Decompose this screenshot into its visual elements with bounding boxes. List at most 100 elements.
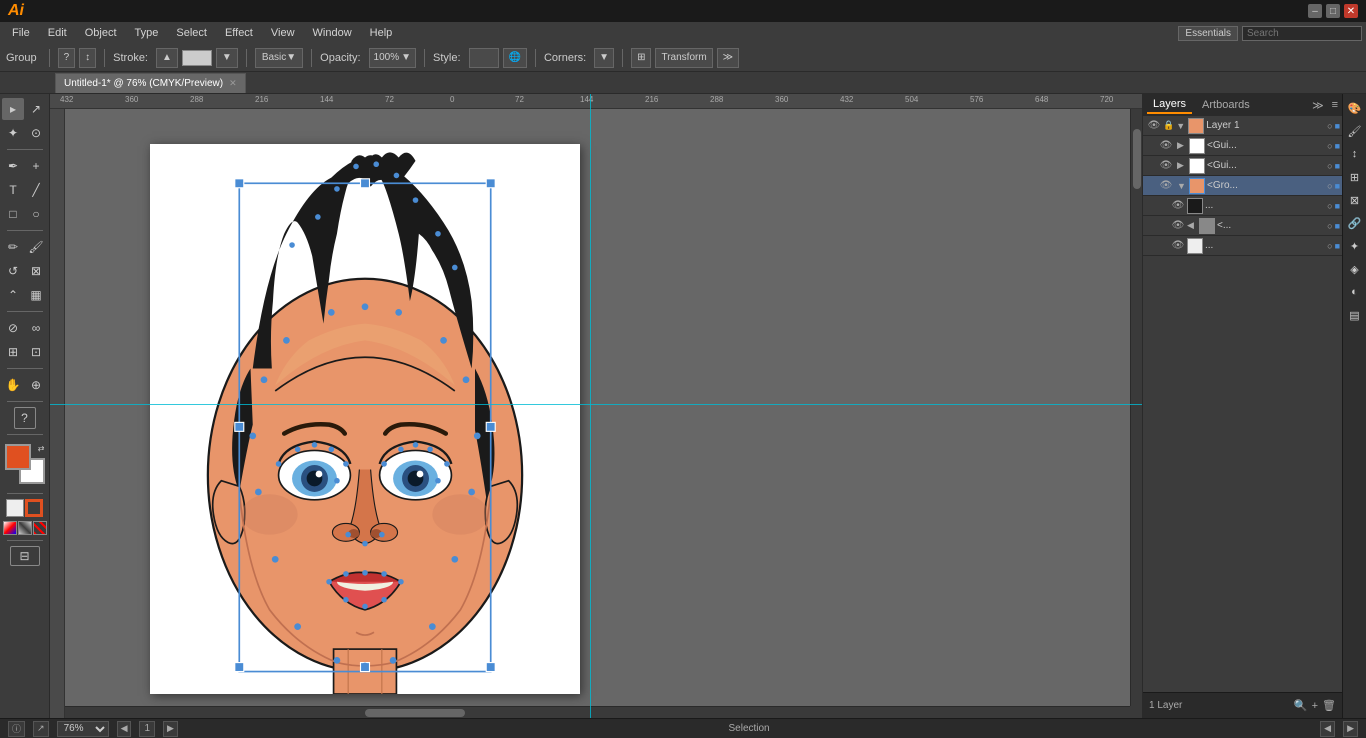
links-btn[interactable]: 🔗 — [1345, 213, 1365, 233]
transform-btn[interactable]: Transform — [655, 48, 712, 68]
toolbar-help-btn[interactable]: ? — [58, 48, 76, 68]
layer-target-3[interactable]: ○ — [1327, 161, 1332, 171]
layer-lock-1[interactable]: 🔒 — [1163, 120, 1174, 131]
color-fill-btn[interactable] — [3, 521, 17, 535]
scroll-thumb-vertical[interactable] — [1133, 129, 1141, 189]
layer-select-3[interactable]: ■ — [1335, 161, 1340, 171]
layer-expand-1[interactable]: ▼ — [1176, 121, 1186, 131]
maximize-button[interactable]: □ — [1326, 4, 1340, 18]
symbol-btn[interactable]: ✦ — [1345, 236, 1365, 256]
bar-chart-btn[interactable]: ▦ — [25, 284, 47, 306]
brush-panel-btn[interactable]: 🖌 — [1345, 121, 1365, 141]
screen-mode-btn[interactable]: ⊟ — [10, 546, 40, 566]
status-arrow-btn[interactable]: ↗ — [33, 721, 49, 737]
artboard-tool-btn[interactable]: ⊞ — [2, 341, 24, 363]
layer-expand-3[interactable]: ▶ — [1177, 160, 1187, 171]
pathfinder-btn[interactable]: ⊠ — [1345, 190, 1365, 210]
layer-target-2[interactable]: ○ — [1327, 141, 1332, 151]
align-panel-btn[interactable]: ⊞ — [1345, 167, 1365, 187]
zoom-tool-btn[interactable]: ⊕ — [25, 374, 47, 396]
layer-visibility-2[interactable]: 👁 — [1159, 139, 1173, 153]
layer-target-4[interactable]: ○ — [1327, 181, 1332, 191]
pen-tool-btn[interactable]: ✒ — [2, 155, 24, 177]
delete-layer-btn[interactable]: 🗑 — [1322, 699, 1336, 712]
style-swatch[interactable] — [469, 48, 499, 68]
layer-expand-4[interactable]: ▼ — [1177, 181, 1187, 191]
style-globe-btn[interactable]: 🌐 — [503, 48, 527, 68]
panel-menu-icon[interactable]: ≡ — [1332, 99, 1338, 111]
selection-tool-btn[interactable]: ▸ — [2, 98, 24, 120]
pencil-tool-btn[interactable]: ✏ — [2, 236, 24, 258]
type-tool-btn[interactable]: T — [2, 179, 24, 201]
layer-row-7[interactable]: 👁 ... ○ ■ — [1143, 236, 1342, 256]
stroke-up-btn[interactable]: ▲ — [156, 48, 178, 68]
zoom-select[interactable]: 76% 100% 50% — [57, 721, 109, 737]
layer-visibility-6[interactable]: 👁 — [1171, 219, 1185, 233]
layer-row-2[interactable]: 👁 ▶ <Gui... ○ ■ — [1143, 136, 1342, 156]
warp-tool-btn[interactable]: ⌃ — [2, 284, 24, 306]
menu-file[interactable]: File — [4, 25, 38, 41]
appearance-btn[interactable]: ◐ — [1345, 282, 1365, 302]
hand-tool-btn[interactable]: ✋ — [2, 374, 24, 396]
search-layers-btn[interactable]: 🔍 — [1294, 699, 1308, 712]
tab-close-icon[interactable]: ✕ — [229, 78, 237, 89]
search-input[interactable] — [1242, 26, 1362, 41]
corners-control[interactable]: ▼ — [594, 48, 614, 68]
graphic-styles-btn[interactable]: ◈ — [1345, 259, 1365, 279]
direct-selection-tool-btn[interactable]: ↗ — [25, 98, 47, 120]
essentials-button[interactable]: Essentials — [1178, 26, 1238, 41]
panel-expand-icon[interactable]: ≫ — [1312, 99, 1324, 112]
close-button[interactable]: ✕ — [1344, 4, 1358, 18]
layer-select-2[interactable]: ■ — [1335, 141, 1340, 151]
menu-object[interactable]: Object — [77, 25, 125, 41]
rotate-tool-btn[interactable]: ↺ — [2, 260, 24, 282]
layer-target-1[interactable]: ○ — [1327, 121, 1332, 131]
layer-visibility-1[interactable]: 👁 — [1147, 119, 1161, 133]
lasso-tool-btn[interactable]: ⊙ — [25, 122, 47, 144]
layer-expand-2[interactable]: ▶ — [1177, 140, 1187, 151]
add-anchor-btn[interactable]: + — [25, 155, 47, 177]
stroke-mode-btn[interactable] — [25, 499, 43, 517]
menu-view[interactable]: View — [263, 25, 303, 41]
layer-row-5[interactable]: 👁 ... ○ ■ — [1143, 196, 1342, 216]
layer-select-7[interactable]: ■ — [1335, 241, 1340, 251]
layer-visibility-3[interactable]: 👁 — [1159, 159, 1173, 173]
blend-tool-btn[interactable]: ∞ — [25, 317, 47, 339]
layers-btn[interactable]: ▤ — [1345, 305, 1365, 325]
menu-edit[interactable]: Edit — [40, 25, 75, 41]
more-options-btn[interactable]: ≫ — [717, 48, 739, 68]
gradient-fill-btn[interactable] — [18, 521, 32, 535]
foreground-color-swatch[interactable] — [5, 444, 31, 470]
stroke-down-btn[interactable]: ▼ — [216, 48, 238, 68]
layer-expand-6[interactable]: ◀ — [1187, 220, 1197, 231]
swap-colors-icon[interactable]: ⇄ — [38, 444, 45, 453]
horizontal-scrollbar[interactable] — [65, 706, 1130, 718]
none-fill-btn[interactable] — [33, 521, 47, 535]
vertical-scrollbar[interactable] — [1130, 109, 1142, 706]
rect-tool-btn[interactable]: □ — [2, 203, 24, 225]
layer-row-4[interactable]: 👁 ▼ <Gro... ○ ■ — [1143, 176, 1342, 196]
menu-type[interactable]: Type — [127, 25, 167, 41]
layer-target-6[interactable]: ○ — [1327, 221, 1332, 231]
brush-dropdown[interactable]: Basic ▼ — [255, 48, 303, 68]
canvas-area[interactable]: 432 360 288 216 144 72 0 72 144 216 288 … — [50, 94, 1142, 718]
opacity-control[interactable]: 100% ▼ — [369, 48, 416, 68]
scroll-thumb-horizontal[interactable] — [365, 709, 465, 717]
slice-tool-btn[interactable]: ⊡ — [25, 341, 47, 363]
minimize-button[interactable]: – — [1308, 4, 1322, 18]
layer-target-5[interactable]: ○ — [1327, 201, 1332, 211]
tab-artboards[interactable]: Artboards — [1196, 97, 1256, 113]
layer-select-1[interactable]: ■ — [1335, 121, 1340, 131]
nav-prev-btn[interactable]: ◀ — [117, 721, 132, 737]
line-tool-btn[interactable]: ╱ — [25, 179, 47, 201]
eyedropper-tool-btn[interactable]: ⊘ — [2, 317, 24, 339]
status-left-btn[interactable]: ◀ — [1320, 721, 1335, 737]
menu-select[interactable]: Select — [168, 25, 215, 41]
layer-target-7[interactable]: ○ — [1327, 241, 1332, 251]
ellipse-tool-btn[interactable]: ○ — [25, 203, 47, 225]
layer-visibility-7[interactable]: 👁 — [1171, 239, 1185, 253]
layer-row-1[interactable]: 👁 🔒 ▼ Layer 1 ○ ■ — [1143, 116, 1342, 136]
transform-panel-btn[interactable]: ↕ — [1345, 144, 1365, 164]
menu-help[interactable]: Help — [362, 25, 401, 41]
layer-row-6[interactable]: 👁 ◀ <... ○ ■ — [1143, 216, 1342, 236]
